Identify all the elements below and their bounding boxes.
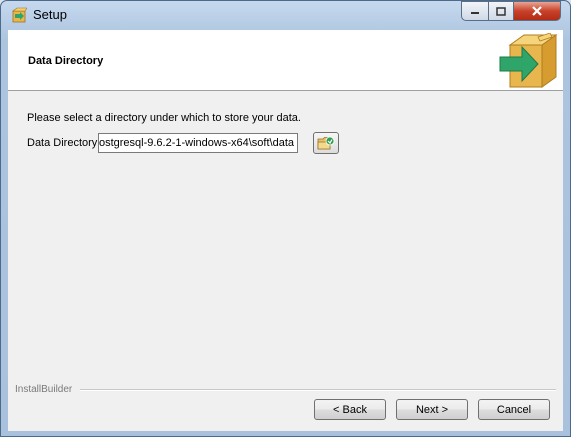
window-title: Setup bbox=[33, 7, 67, 22]
title-bar[interactable]: Setup bbox=[1, 1, 570, 29]
next-button-label: Next > bbox=[415, 403, 449, 416]
data-directory-input[interactable]: postgresql-9.6.2-1-windows-x64\soft\data bbox=[98, 133, 298, 153]
minimize-icon bbox=[471, 12, 479, 14]
wizard-content: Please select a directory under which to… bbox=[8, 91, 563, 431]
close-button[interactable] bbox=[514, 1, 561, 21]
installbuilder-label: InstallBuilder bbox=[15, 384, 75, 395]
page-title: Data Directory bbox=[28, 55, 104, 67]
folder-browse-icon bbox=[317, 136, 335, 150]
cancel-button[interactable]: Cancel bbox=[478, 399, 550, 420]
wizard-header: Data Directory bbox=[8, 30, 563, 91]
maximize-icon bbox=[496, 6, 506, 16]
data-directory-value: postgresql-9.6.2-1-windows-x64\soft\data bbox=[98, 137, 294, 149]
minimize-button[interactable] bbox=[461, 1, 488, 21]
back-button-label: < Back bbox=[333, 403, 367, 416]
back-button[interactable]: < Back bbox=[314, 399, 386, 420]
instruction-text: Please select a directory under which to… bbox=[27, 112, 301, 124]
close-icon bbox=[532, 6, 542, 16]
maximize-button[interactable] bbox=[488, 1, 514, 21]
box-arrow-logo-icon bbox=[499, 33, 558, 88]
footer-divider bbox=[80, 389, 556, 391]
data-directory-label: Data Directory bbox=[27, 137, 98, 149]
cancel-button-label: Cancel bbox=[496, 403, 532, 416]
next-button[interactable]: Next > bbox=[396, 399, 468, 420]
setup-window: Setup Data Directory Please select a dir… bbox=[0, 0, 571, 437]
browse-button[interactable] bbox=[313, 132, 339, 154]
installer-box-icon bbox=[12, 7, 27, 23]
